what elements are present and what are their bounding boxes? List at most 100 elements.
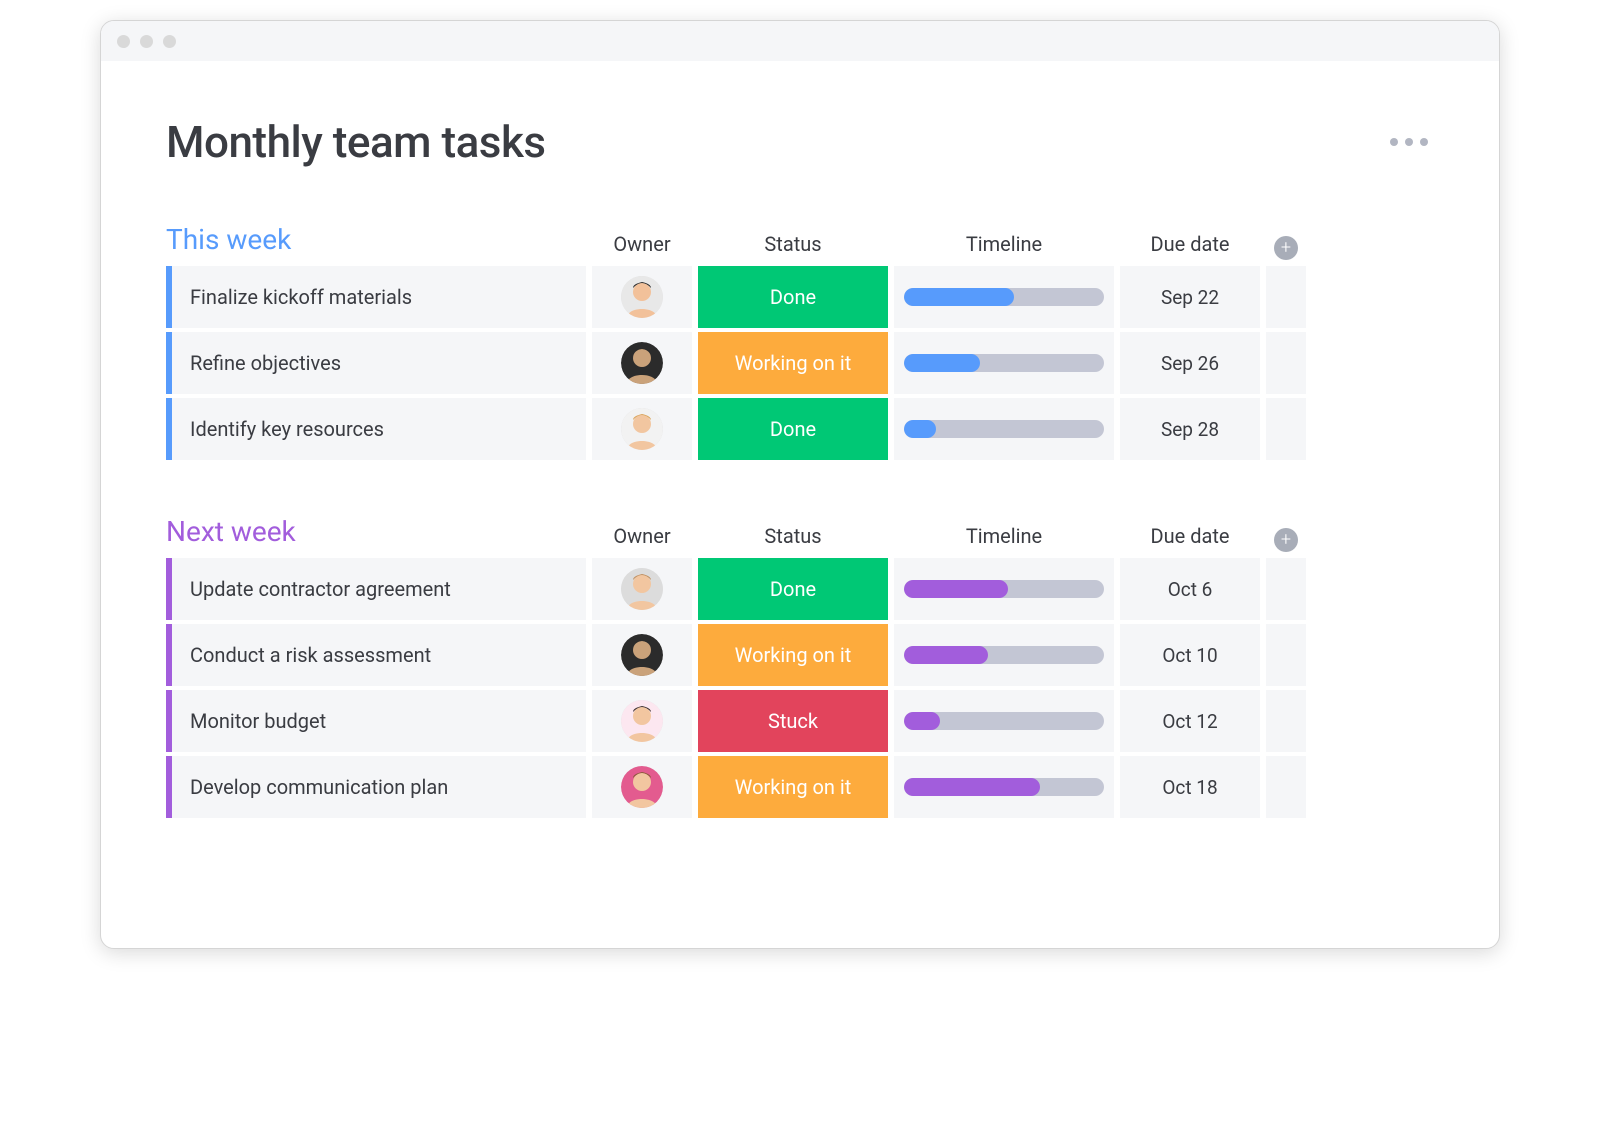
column-header-status[interactable]: Status <box>698 524 888 552</box>
timeline-fill <box>904 580 1008 598</box>
task-name-label: Monitor budget <box>190 709 326 733</box>
table-row: Conduct a risk assessment Working on it Oc… <box>166 624 1434 686</box>
window-titlebar <box>101 21 1499 61</box>
timeline-cell[interactable] <box>894 690 1114 752</box>
status-cell[interactable]: Done <box>698 398 888 460</box>
column-header-due[interactable]: Due date <box>1120 232 1260 260</box>
owner-cell[interactable] <box>592 624 692 686</box>
status-label: Done <box>770 417 816 441</box>
app-window: Monthly team tasks This weekOwnerStatusT… <box>100 20 1500 949</box>
timeline-track <box>904 354 1104 372</box>
add-column-button[interactable]: + <box>1266 236 1306 260</box>
owner-cell[interactable] <box>592 558 692 620</box>
timeline-cell[interactable] <box>894 266 1114 328</box>
timeline-cell[interactable] <box>894 398 1114 460</box>
timeline-cell[interactable] <box>894 558 1114 620</box>
due-date-label: Oct 18 <box>1162 776 1217 799</box>
timeline-fill <box>904 420 936 438</box>
group-title[interactable]: This week <box>166 223 586 260</box>
task-name-label: Update contractor agreement <box>190 577 451 601</box>
owner-cell[interactable] <box>592 332 692 394</box>
trailing-cell[interactable] <box>1266 266 1306 328</box>
status-label: Working on it <box>735 775 852 799</box>
due-date-label: Sep 26 <box>1161 352 1219 375</box>
task-name-cell[interactable]: Update contractor agreement <box>166 558 586 620</box>
timeline-track <box>904 778 1104 796</box>
timeline-cell[interactable] <box>894 756 1114 818</box>
avatar <box>621 276 663 318</box>
table-row: Update contractor agreement Done Oct 6 <box>166 558 1434 620</box>
window-close-dot[interactable] <box>117 35 130 48</box>
status-label: Done <box>770 577 816 601</box>
task-name-label: Identify key resources <box>190 417 384 441</box>
column-header-due[interactable]: Due date <box>1120 524 1260 552</box>
timeline-fill <box>904 288 1014 306</box>
trailing-cell[interactable] <box>1266 624 1306 686</box>
trailing-cell[interactable] <box>1266 332 1306 394</box>
board-header: Monthly team tasks <box>166 116 1434 168</box>
more-icon <box>1390 138 1398 146</box>
task-name-cell[interactable]: Monitor budget <box>166 690 586 752</box>
task-name-cell[interactable]: Refine objectives <box>166 332 586 394</box>
owner-cell[interactable] <box>592 690 692 752</box>
due-date-cell[interactable]: Oct 6 <box>1120 558 1260 620</box>
timeline-track <box>904 580 1104 598</box>
due-date-cell[interactable]: Oct 18 <box>1120 756 1260 818</box>
status-cell[interactable]: Working on it <box>698 332 888 394</box>
status-cell[interactable]: Working on it <box>698 624 888 686</box>
status-cell[interactable]: Working on it <box>698 756 888 818</box>
task-name-cell[interactable]: Develop communication plan <box>166 756 586 818</box>
task-name-cell[interactable]: Finalize kickoff materials <box>166 266 586 328</box>
due-date-label: Sep 28 <box>1161 418 1219 441</box>
status-cell[interactable]: Done <box>698 266 888 328</box>
task-group: Next weekOwnerStatusTimelineDue date + Upd… <box>166 515 1434 818</box>
trailing-cell[interactable] <box>1266 690 1306 752</box>
timeline-fill <box>904 712 940 730</box>
timeline-track <box>904 288 1104 306</box>
owner-cell[interactable] <box>592 266 692 328</box>
timeline-fill <box>904 646 988 664</box>
status-label: Stuck <box>768 709 818 733</box>
plus-icon: + <box>1274 528 1298 552</box>
avatar <box>621 342 663 384</box>
column-header-owner[interactable]: Owner <box>592 524 692 552</box>
timeline-cell[interactable] <box>894 332 1114 394</box>
plus-icon: + <box>1274 236 1298 260</box>
column-header-timeline[interactable]: Timeline <box>894 232 1114 260</box>
due-date-label: Oct 6 <box>1168 578 1213 601</box>
group-title[interactable]: Next week <box>166 515 586 552</box>
due-date-cell[interactable]: Sep 28 <box>1120 398 1260 460</box>
column-header-owner[interactable]: Owner <box>592 232 692 260</box>
task-group: This weekOwnerStatusTimelineDue date + Fin… <box>166 223 1434 460</box>
task-name-cell[interactable]: Conduct a risk assessment <box>166 624 586 686</box>
status-cell[interactable]: Done <box>698 558 888 620</box>
trailing-cell[interactable] <box>1266 756 1306 818</box>
more-menu-button[interactable] <box>1384 132 1434 152</box>
status-label: Working on it <box>735 351 852 375</box>
timeline-track <box>904 646 1104 664</box>
due-date-cell[interactable]: Oct 10 <box>1120 624 1260 686</box>
add-column-button[interactable]: + <box>1266 528 1306 552</box>
owner-cell[interactable] <box>592 398 692 460</box>
trailing-cell[interactable] <box>1266 558 1306 620</box>
board-content: Monthly team tasks This weekOwnerStatusT… <box>101 61 1499 948</box>
avatar <box>621 568 663 610</box>
group-header: Next weekOwnerStatusTimelineDue date + <box>166 515 1434 552</box>
window-zoom-dot[interactable] <box>163 35 176 48</box>
column-header-status[interactable]: Status <box>698 232 888 260</box>
column-header-timeline[interactable]: Timeline <box>894 524 1114 552</box>
due-date-cell[interactable]: Sep 22 <box>1120 266 1260 328</box>
task-name-label: Develop communication plan <box>190 775 448 799</box>
due-date-label: Sep 22 <box>1161 286 1219 309</box>
table-row: Develop communication plan Working on it O… <box>166 756 1434 818</box>
timeline-track <box>904 420 1104 438</box>
due-date-cell[interactable]: Oct 12 <box>1120 690 1260 752</box>
timeline-cell[interactable] <box>894 624 1114 686</box>
trailing-cell[interactable] <box>1266 398 1306 460</box>
task-name-cell[interactable]: Identify key resources <box>166 398 586 460</box>
status-cell[interactable]: Stuck <box>698 690 888 752</box>
window-minimize-dot[interactable] <box>140 35 153 48</box>
owner-cell[interactable] <box>592 756 692 818</box>
due-date-cell[interactable]: Sep 26 <box>1120 332 1260 394</box>
due-date-label: Oct 12 <box>1162 710 1217 733</box>
